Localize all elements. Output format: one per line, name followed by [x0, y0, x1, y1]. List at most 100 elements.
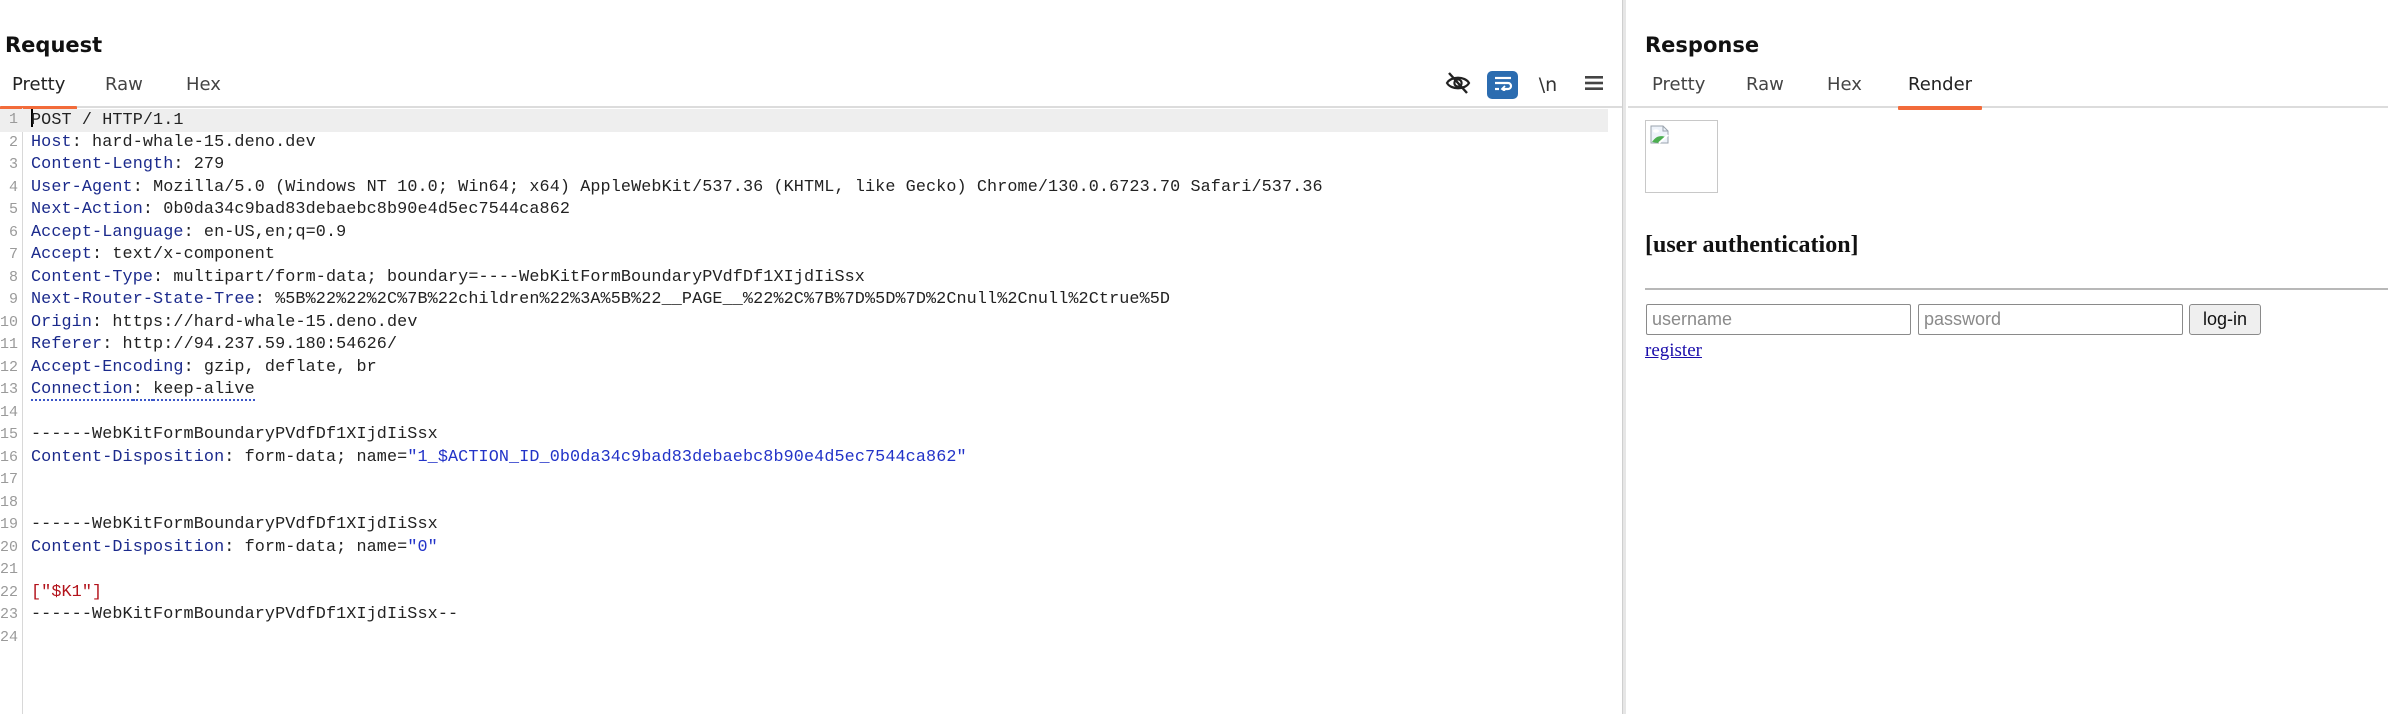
editor-line: 4 User-Agent: Mozilla/5.0 (Windows NT 10.… — [0, 177, 1610, 200]
editor-line: 7 Accept: text/x-component — [0, 244, 1610, 267]
line-value: http://94.237.59.180:54626/ — [122, 335, 398, 354]
line-value: keep-alive — [153, 380, 255, 401]
line-number: 5 — [8, 201, 18, 218]
editor-line: 8 Content-Type: multipart/form-data; boun… — [0, 267, 1610, 290]
line-content: Accept: text/x-component — [31, 244, 275, 267]
line-number: 6 — [8, 223, 18, 241]
line-number: 19 — [0, 516, 19, 533]
broken-image — [1645, 120, 1718, 193]
header-name: Next-Action — [31, 200, 143, 219]
line-content: Content-Disposition: form-data; name="1_… — [31, 447, 967, 470]
word-wrap-icon — [1493, 75, 1513, 95]
line-content: ------WebKitFormBoundaryPVdfDf1XIjdIiSsx — [31, 514, 438, 537]
line-content: Host: hard-whale-15.deno.dev — [31, 132, 316, 155]
line-content: Content-Disposition: form-data; name="0" — [31, 537, 438, 560]
line-number: 3 — [8, 156, 18, 173]
line-number: 22 — [0, 583, 19, 601]
response-tab-hex[interactable]: Hex — [1827, 74, 1862, 106]
line-value: ------WebKitFormBoundaryPVdfDf1XIjdIiSsx — [31, 515, 438, 534]
line-content: Accept-Language: en-US,en;q=0.9 — [31, 222, 346, 245]
line-number: 2 — [8, 133, 18, 151]
register-link[interactable]: register — [1645, 340, 1702, 362]
hamburger-menu-icon — [1585, 75, 1603, 95]
response-tab-pretty[interactable]: Pretty — [1652, 74, 1705, 106]
line-value: gzip, deflate, br — [203, 357, 377, 377]
header-name: Content-Type — [31, 267, 154, 287]
request-title: Request — [5, 33, 103, 57]
header-separator: : — [254, 290, 276, 309]
line-content: Accept-Encoding: gzip, deflate, br — [31, 357, 377, 380]
editor-line: 19 ------WebKitFormBoundaryPVdfDf1XIjdIiS… — [0, 514, 1610, 537]
broken-image-icon — [1650, 125, 1670, 149]
line-number: 12 — [0, 358, 19, 376]
quoted-value: "0" — [407, 537, 438, 557]
line-value: text/x-component — [112, 245, 276, 264]
request-tabs: Pretty Raw Hex — [0, 70, 1622, 110]
editor-line: 17 — [0, 469, 1610, 492]
pane-splitter[interactable] — [1622, 0, 1626, 714]
eye-off-icon — [1445, 72, 1471, 98]
editor-line: 20 Content-Disposition: form-data; name="… — [0, 537, 1610, 560]
header-separator: : — [92, 312, 113, 332]
header-name: Content-Length — [31, 155, 174, 174]
line-number: 7 — [8, 246, 18, 263]
editor-line: 2 Host: hard-whale-15.deno.dev — [0, 132, 1610, 155]
word-wrap-button[interactable] — [1487, 71, 1518, 99]
response-tab-raw[interactable]: Raw — [1746, 74, 1784, 106]
hide-nonprintable-button[interactable] — [1443, 70, 1473, 100]
line-value: multipart/form-data; boundary=----WebKit… — [173, 267, 865, 287]
request-editor[interactable]: 1 POST / HTTP/1.1 2 Host: hard-whale-15.den… — [0, 108, 1622, 714]
line-number: 15 — [0, 426, 19, 443]
auth-heading: [user authentication] — [1645, 232, 1859, 258]
line-value: ------WebKitFormBoundaryPVdfDf1XIjdIiSsx — [31, 425, 438, 444]
editor-line: 18 — [0, 492, 1610, 515]
editor-line: 11 Referer: http://94.237.59.180:54626/ — [0, 334, 1610, 357]
line-value: %5B%22%22%2C%7B%22children%22%3A%5B%22__… — [275, 290, 1171, 309]
line-value: en-US,en;q=0.9 — [203, 222, 347, 242]
request-tab-pretty[interactable]: Pretty — [0, 74, 78, 110]
response-title: Response — [1645, 33, 1760, 57]
header-separator: : — [71, 132, 93, 152]
line-number: 17 — [0, 471, 19, 488]
header-separator: : — [92, 245, 113, 264]
header-name: Referer — [31, 335, 103, 354]
request-tab-hex[interactable]: Hex — [186, 74, 221, 106]
header-separator: : — [183, 357, 204, 377]
editor-line: 21 — [0, 559, 1610, 582]
line-number: 4 — [8, 178, 18, 196]
password-input[interactable] — [1918, 304, 2183, 335]
line-content: ["$K1"] — [31, 582, 102, 605]
horizontal-rule — [1645, 288, 2388, 290]
show-newlines-button[interactable]: \n — [1536, 70, 1560, 100]
editor-line: 23 ------WebKitFormBoundaryPVdfDf1XIjdIiS… — [0, 604, 1610, 627]
header-name: Connection — [31, 380, 133, 401]
login-button[interactable]: log-in — [2189, 304, 2261, 335]
editor-line: 6 Accept-Language: en-US,en;q=0.9 — [0, 222, 1610, 245]
header-separator: : — [132, 380, 154, 401]
header-separator: : — [142, 200, 164, 219]
line-number: 20 — [0, 538, 19, 556]
response-tabs: Pretty Raw Hex Render — [1628, 70, 2388, 110]
response-tab-render[interactable]: Render — [1897, 74, 1983, 110]
header-separator: : — [224, 537, 245, 557]
header-name: Origin — [31, 312, 93, 332]
line-value: 279 — [193, 155, 225, 174]
header-name: Accept-Encoding — [31, 357, 184, 377]
line-number: 14 — [0, 403, 19, 421]
username-input[interactable] — [1646, 304, 1911, 335]
line-number: 1 — [8, 111, 18, 128]
line-value: POST / HTTP/1.1 — [31, 111, 184, 130]
request-tab-raw[interactable]: Raw — [105, 74, 143, 106]
body-value: ["$K1"] — [31, 582, 103, 602]
quoted-value: "1_$ACTION_ID_0b0da34c9bad83debaebc8b90e… — [407, 447, 967, 467]
line-value: https://hard-whale-15.deno.dev — [112, 312, 418, 332]
header-separator: : — [183, 222, 204, 242]
editor-line: 15 ------WebKitFormBoundaryPVdfDf1XIjdIiS… — [0, 424, 1610, 447]
line-number: 16 — [0, 448, 19, 466]
line-value: ------WebKitFormBoundaryPVdfDf1XIjdIiSsx… — [31, 605, 459, 624]
line-content: ------WebKitFormBoundaryPVdfDf1XIjdIiSsx… — [31, 604, 458, 627]
line-number: 21 — [0, 561, 19, 578]
editor-line: 3 Content-Length: 279 — [0, 154, 1610, 177]
request-menu-button[interactable] — [1582, 70, 1606, 100]
header-name: Content-Disposition — [31, 537, 225, 557]
